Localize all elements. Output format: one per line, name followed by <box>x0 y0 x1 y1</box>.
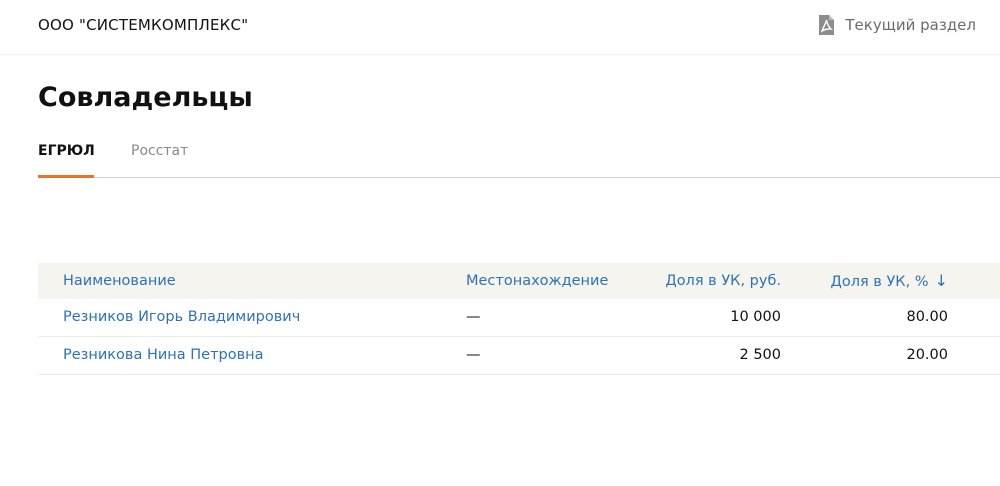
table-row: Резников Игорь Владимирович — 10 000 80.… <box>38 299 1000 337</box>
tab-egrul[interactable]: ЕГРЮЛ <box>38 143 95 178</box>
owner-name-link[interactable]: Резников Игорь Владимирович <box>63 299 300 335</box>
column-header-share-pct[interactable]: Доля в УК, % ↓ <box>831 263 949 300</box>
owner-share-pct: 20.00 <box>906 347 948 363</box>
tab-rosstat[interactable]: Росстат <box>131 143 188 176</box>
top-bar: ООО "СИСТЕМКОМПЛЕКС" Текущий раздел <box>0 0 1000 55</box>
company-name: ООО "СИСТЕМКОМПЛЕКС" <box>38 16 249 34</box>
column-header-share-rub[interactable]: Доля в УК, руб. <box>665 263 781 299</box>
owner-location: — <box>466 347 481 363</box>
tabs-bar: ЕГРЮЛ Росстат <box>38 143 1000 178</box>
active-tab-underline <box>38 175 94 178</box>
tab-rosstat-label: Росстат <box>131 143 189 159</box>
column-header-name[interactable]: Наименование <box>63 263 176 299</box>
table-header: Наименование Местонахождение Доля в УК, … <box>38 263 1000 299</box>
sort-down-icon: ↓ <box>934 271 948 290</box>
owner-share-rub: 10 000 <box>730 309 781 325</box>
current-section-pdf-link[interactable]: Текущий раздел <box>817 14 976 36</box>
owners-table: Наименование Местонахождение Доля в УК, … <box>38 263 1000 375</box>
column-header-location[interactable]: Местонахождение <box>466 263 608 299</box>
owner-share-rub: 2 500 <box>739 347 781 363</box>
owner-name-link[interactable]: Резникова Нина Петровна <box>63 337 264 373</box>
column-header-share-pct-label: Доля в УК, % <box>830 274 929 290</box>
owner-location: — <box>466 309 481 325</box>
table-row: Резникова Нина Петровна — 2 500 20.00 <box>38 337 1000 375</box>
pdf-icon <box>817 14 835 36</box>
owner-share-pct: 80.00 <box>906 309 948 325</box>
page-title: Совладельцы <box>38 82 253 113</box>
tab-egrul-label: ЕГРЮЛ <box>38 143 95 159</box>
current-section-label: Текущий раздел <box>845 16 976 34</box>
